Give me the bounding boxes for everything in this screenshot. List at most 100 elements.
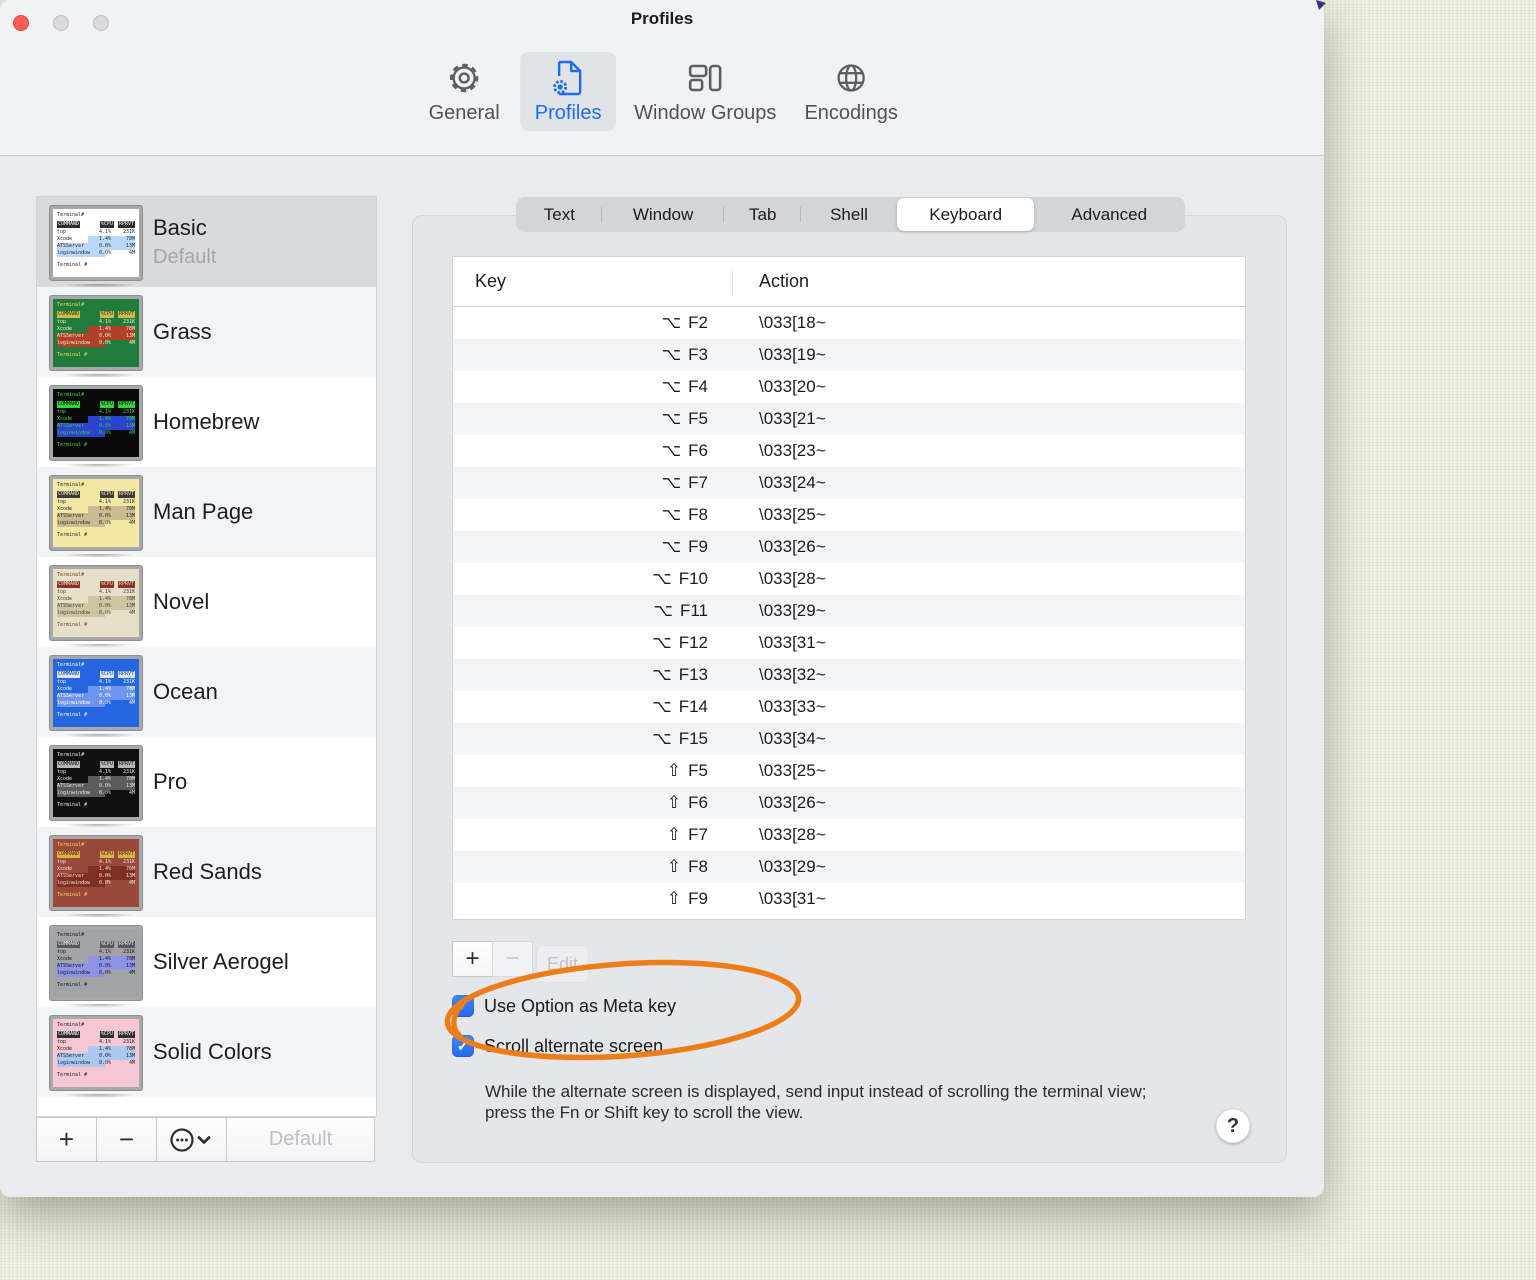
- option-key-icon: ⌥: [652, 729, 672, 749]
- column-header-action[interactable]: Action: [759, 271, 809, 292]
- option-key-icon: ⌥: [661, 473, 682, 493]
- key-mapping-row[interactable]: ⌥ F4 \033[20~: [453, 371, 1245, 403]
- process-mem: 4M: [128, 520, 135, 526]
- shift-key-icon: ⇧: [666, 761, 682, 781]
- process-cpu: 0.0%: [98, 513, 111, 519]
- process-name: Xcode: [57, 596, 73, 602]
- thumbnail-title: Terminal#: [57, 572, 85, 578]
- key-mapping-row[interactable]: ⌥ F2 \033[18~: [453, 307, 1245, 339]
- add-profile-button[interactable]: +: [36, 1117, 97, 1162]
- key-mapping-row[interactable]: ⇧ F5 \033[25~: [453, 755, 1245, 787]
- checkbox-row-scroll-alternate-screen[interactable]: ✓ Scroll alternate screen: [452, 1035, 663, 1057]
- process-name: Xcode: [57, 866, 73, 872]
- process-cpu: 0.0%: [98, 340, 111, 346]
- thumbnail-title: Terminal#: [57, 842, 85, 848]
- column-header-key[interactable]: Key: [453, 271, 506, 292]
- key-mapping-row[interactable]: ⌥ F10 \033[28~: [453, 563, 1245, 595]
- profile-name: Novel: [153, 589, 210, 614]
- thumbnail-chip: %CPU: [99, 491, 114, 498]
- process-mem: 231K: [122, 499, 135, 505]
- thumbnail-prompt: Terminal #: [57, 532, 88, 538]
- profile-row-novel[interactable]: Terminal# COMMAND %CPU RPRVT top 4.1% 231K Xcod…: [37, 557, 376, 650]
- toolbar-item-general[interactable]: General: [416, 52, 512, 131]
- process-cpu: 1.4%: [98, 1046, 111, 1052]
- process-cpu: 4.1%: [98, 409, 111, 415]
- thumbnail-chip: COMMAND: [57, 401, 81, 408]
- key-cell: ⌥ F15: [453, 729, 708, 749]
- column-divider[interactable]: [732, 269, 733, 295]
- add-key-button[interactable]: +: [452, 941, 493, 977]
- toolbar-item-label: General: [428, 102, 500, 124]
- remove-profile-button[interactable]: −: [96, 1117, 157, 1162]
- key-mapping-row[interactable]: ⌥ F12 \033[31~: [453, 627, 1245, 659]
- thumbnail-process-row: Xcode 1.4% 78M: [57, 596, 135, 603]
- profile-row-red-sands[interactable]: Terminal# COMMAND %CPU RPRVT top 4.1% 231K Xcod…: [37, 827, 376, 920]
- profile-thumbnail: Terminal# COMMAND %CPU RPRVT top 4.1% 231K Xcod…: [50, 566, 142, 640]
- option-key-icon: ⌥: [661, 409, 682, 429]
- key-mapping-row[interactable]: ⌥ F9 \033[26~: [453, 531, 1245, 563]
- shift-key-icon: ⇧: [666, 793, 682, 813]
- key-mapping-row[interactable]: ⌥ F5 \033[21~: [453, 403, 1245, 435]
- option-key-icon: ⌥: [652, 697, 672, 717]
- key-mapping-row[interactable]: ⌥ F14 \033[33~: [453, 691, 1245, 723]
- thumbnail-process-row: Xcode 1.4% 78M: [57, 776, 135, 783]
- profile-row-basic[interactable]: Terminal# COMMAND %CPU RPRVT top 4.1% 231K Xcod…: [37, 197, 376, 290]
- profile-row-homebrew[interactable]: Terminal# COMMAND %CPU RPRVT top 4.1% 231K Xcod…: [37, 377, 376, 470]
- action-cell: \033[28~: [759, 825, 826, 844]
- process-name: ATSServer: [57, 333, 85, 339]
- key-mapping-row[interactable]: ⌥ F6 \033[23~: [453, 435, 1245, 467]
- process-cpu: 0.0%: [98, 693, 111, 699]
- window-title: Profiles: [630, 9, 694, 28]
- thumbnail-process-row: Xcode 1.4% 78M: [57, 326, 135, 333]
- key-mapping-row[interactable]: ⇧ F9 \033[31~: [453, 883, 1245, 915]
- action-cell: \033[21~: [759, 409, 826, 428]
- checked-checkbox[interactable]: ✓: [452, 1035, 474, 1057]
- profile-row-silver-aerogel[interactable]: Terminal# COMMAND %CPU RPRVT top 4.1% 231K Xcod…: [37, 917, 376, 1010]
- tab-keyboard[interactable]: Keyboard: [896, 198, 1035, 231]
- key-mapping-row[interactable]: ⌥ F11 \033[29~: [453, 595, 1245, 627]
- tab-tab[interactable]: Tab: [724, 198, 801, 231]
- process-mem: 78M: [125, 326, 135, 332]
- checked-checkbox[interactable]: ✓: [452, 995, 474, 1017]
- profile-row-man-page[interactable]: Terminal# COMMAND %CPU RPRVT top 4.1% 231K Xcod…: [37, 467, 376, 560]
- tab-window[interactable]: Window: [602, 198, 725, 231]
- tab-shell[interactable]: Shell: [801, 198, 897, 231]
- default-profile-button[interactable]: Default: [226, 1117, 375, 1162]
- toolbar-item-profiles[interactable]: Profiles: [520, 52, 617, 131]
- profile-row-grass[interactable]: Terminal# COMMAND %CPU RPRVT top 4.1% 231K Xcod…: [37, 287, 376, 380]
- profile-row-ocean[interactable]: Terminal# COMMAND %CPU RPRVT top 4.1% 231K Xcod…: [37, 647, 376, 740]
- profile-text: Silver Aerogel: [153, 949, 289, 975]
- checkbox-row-use-option-as-meta-key[interactable]: ✓ Use Option as Meta key: [452, 995, 676, 1017]
- key-mapping-row[interactable]: ⇧ F8 \033[29~: [453, 851, 1245, 883]
- tab-text[interactable]: Text: [517, 198, 602, 231]
- key-mapping-row[interactable]: ⇧ F6 \033[26~: [453, 787, 1245, 819]
- profile-menu-button[interactable]: [156, 1117, 227, 1162]
- key-mapping-row[interactable]: ⌥ F15 \033[34~: [453, 723, 1245, 755]
- toolbar-item-encodings[interactable]: Encodings: [794, 52, 907, 131]
- process-name: top: [57, 499, 67, 505]
- profile-text: Man Page: [153, 499, 253, 525]
- tab-advanced[interactable]: Advanced: [1034, 198, 1184, 231]
- process-cpu: 1.4%: [98, 776, 111, 782]
- process-name: top: [57, 769, 67, 775]
- profile-row-solid-colors[interactable]: Terminal# COMMAND %CPU RPRVT top 4.1% 231K Xcod…: [37, 1007, 376, 1100]
- profile-thumbnail: Terminal# COMMAND %CPU RPRVT top 4.1% 231K Xcod…: [50, 656, 142, 730]
- process-name: ATSServer: [57, 243, 85, 249]
- toolbar-item-window-groups[interactable]: Window Groups: [624, 52, 786, 131]
- thumbnail-process-row: loginwindow 0.0% 4M: [57, 1060, 135, 1067]
- key-mapping-row[interactable]: ⌥ F3 \033[19~: [453, 339, 1245, 371]
- key-mapping-row[interactable]: ⇧ F7 \033[28~: [453, 819, 1245, 851]
- process-cpu: 1.4%: [98, 596, 111, 602]
- help-button[interactable]: ?: [1216, 1109, 1250, 1143]
- thumbnail-chips: COMMAND %CPU RPRVT: [57, 311, 135, 318]
- thumbnail-title: Terminal#: [57, 662, 85, 668]
- process-mem: 231K: [122, 769, 135, 775]
- key-mapping-row[interactable]: ⌥ F7 \033[24~: [453, 467, 1245, 499]
- profile-row-pro[interactable]: Terminal# COMMAND %CPU RPRVT top 4.1% 231K Xcod…: [37, 737, 376, 830]
- action-cell: \033[20~: [759, 377, 826, 396]
- profile-thumbnail: Terminal# COMMAND %CPU RPRVT top 4.1% 231K Xcod…: [50, 296, 142, 370]
- process-mem: 231K: [122, 949, 135, 955]
- key-mapping-row[interactable]: ⌥ F13 \033[32~: [453, 659, 1245, 691]
- key-mapping-row[interactable]: ⌥ F8 \033[25~: [453, 499, 1245, 531]
- profile-name: Homebrew: [153, 409, 260, 434]
